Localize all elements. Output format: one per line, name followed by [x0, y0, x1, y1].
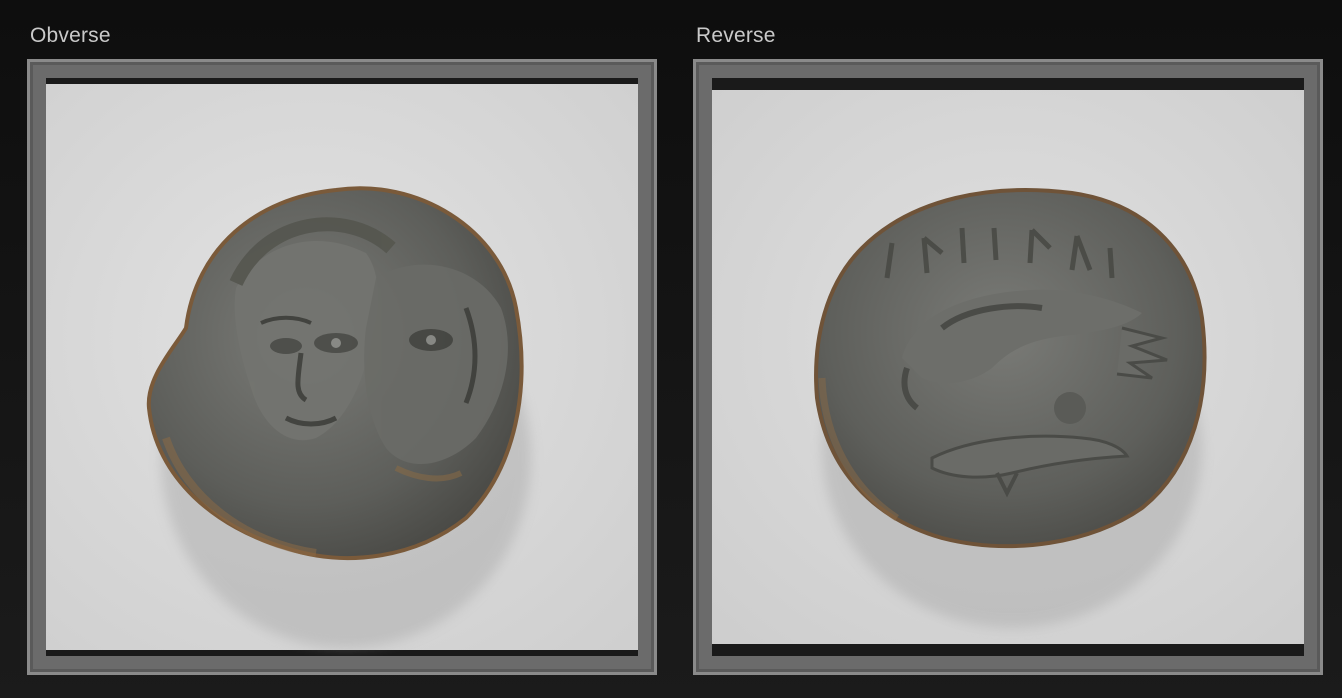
obverse-label: Obverse [30, 24, 111, 47]
reverse-label: Reverse [696, 24, 776, 47]
reverse-coin-image [712, 90, 1304, 644]
reverse-photo[interactable] [712, 78, 1304, 656]
obverse-coin-image [46, 84, 638, 650]
reverse-frame [693, 59, 1323, 675]
coin-image-viewer: Obverse Reverse [0, 0, 1342, 698]
obverse-frame [27, 59, 657, 675]
obverse-photo[interactable] [46, 78, 638, 656]
